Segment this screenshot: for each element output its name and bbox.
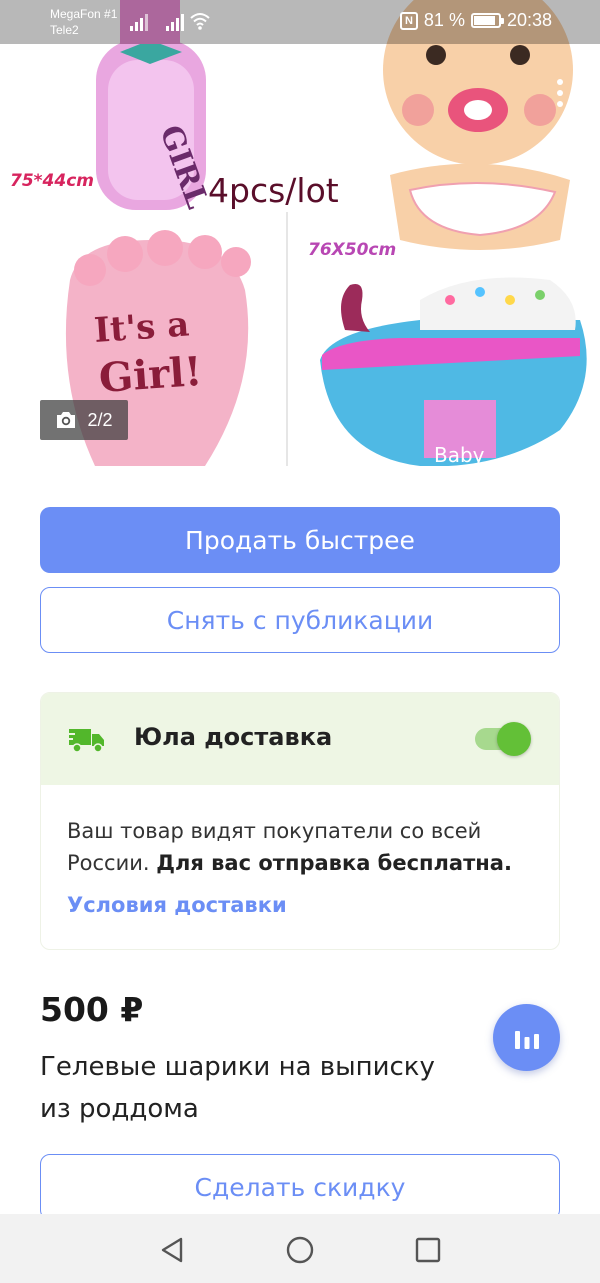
truck-icon bbox=[67, 729, 104, 753]
baby-image-text: Baby bbox=[434, 443, 485, 466]
unpublish-button[interactable]: Снять с публикации bbox=[40, 587, 560, 653]
status-right: N 81 % 20:38 bbox=[399, 10, 552, 31]
photo-counter: 2/2 bbox=[40, 400, 128, 440]
carrier-2: Tele2 bbox=[50, 23, 79, 37]
sell-faster-button[interactable]: Продать быстрее bbox=[40, 507, 560, 573]
delivery-title: Юла доставка bbox=[134, 723, 333, 751]
delivery-header: Юла доставка bbox=[41, 693, 559, 785]
product-price: 500 ₽ bbox=[40, 990, 144, 1029]
statistics-button[interactable] bbox=[493, 1004, 560, 1071]
toggle-thumb bbox=[497, 722, 531, 756]
status-bar: MegaFon #1 Tele2 N 81 % 20:38 bbox=[0, 0, 600, 44]
battery-icon bbox=[470, 13, 504, 28]
system-nav-bar bbox=[0, 1214, 600, 1283]
delivery-text-bold: Для вас отправка бесплатна. bbox=[156, 851, 512, 875]
delivery-card: Юла доставка Ваш товар видят покупатели … bbox=[40, 692, 560, 950]
nav-home-icon[interactable] bbox=[286, 1236, 314, 1264]
back-arrow-icon[interactable] bbox=[30, 76, 64, 108]
photo-counter-text: 2/2 bbox=[87, 409, 113, 430]
battery-percent: 81 % bbox=[423, 10, 465, 30]
wifi-icon bbox=[190, 13, 210, 30]
balloon-collage-image: GIRL 75*44cm 4pcs/lot 76X50cm It's a Gir… bbox=[0, 0, 600, 466]
signal-icon-2 bbox=[166, 14, 184, 31]
nfc-icon: N bbox=[399, 11, 418, 30]
delivery-terms-link[interactable]: Условия доставки bbox=[67, 893, 287, 917]
nav-back-icon[interactable] bbox=[158, 1236, 186, 1264]
delivery-toggle[interactable] bbox=[475, 722, 531, 758]
nav-recent-apps-icon[interactable] bbox=[414, 1236, 442, 1264]
signal-icon bbox=[130, 14, 148, 31]
lot-label: 4pcs/lot bbox=[208, 171, 339, 210]
product-photo[interactable]: GIRL 75*44cm 4pcs/lot 76X50cm It's a Gir… bbox=[0, 0, 600, 466]
camera-icon bbox=[57, 412, 76, 428]
more-options-icon[interactable] bbox=[550, 76, 570, 110]
product-title: Гелевые шарики на выписку из роддома bbox=[40, 1052, 435, 1124]
bar-chart-icon bbox=[514, 1030, 539, 1049]
size-label-1: 75*44cm bbox=[10, 171, 94, 191]
delivery-description: Ваш товар видят покупатели со всей Росси… bbox=[67, 815, 537, 879]
girl-excl-image-text: Girl! bbox=[97, 348, 203, 402]
make-discount-button[interactable]: Сделать скидку bbox=[40, 1154, 560, 1220]
clock: 20:38 bbox=[506, 10, 552, 30]
size-label-2: 76X50cm bbox=[308, 240, 396, 260]
its-a-image-text: It's a bbox=[93, 304, 191, 351]
carrier-1: MegaFon #1 bbox=[50, 7, 118, 21]
carrier-names: MegaFon #1 Tele2 bbox=[50, 6, 117, 38]
